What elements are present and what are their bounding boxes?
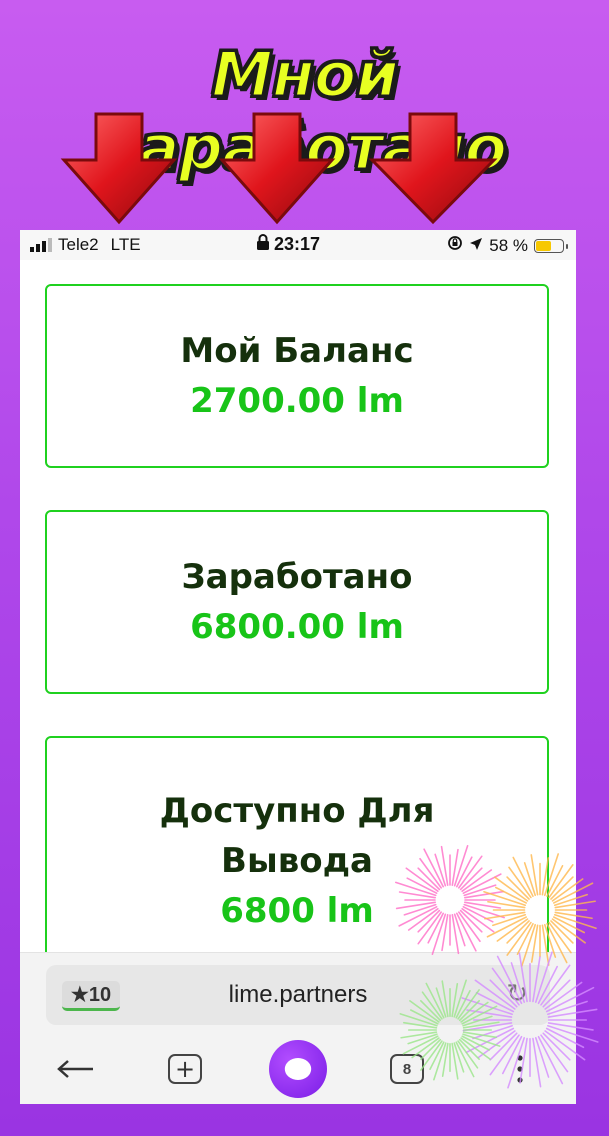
card-title: Доступно Для Вывода <box>159 791 435 881</box>
earned-card: Заработано 6800.00 lm <box>45 510 549 694</box>
arrow-down-icon <box>60 110 178 228</box>
balance-card: Мой Баланс 2700.00 lm <box>45 284 549 468</box>
browser-toolbar: ★10 lime.partners ↻ + 8 <box>20 952 576 1104</box>
tabs-icon: 8 <box>390 1054 424 1084</box>
card-value: 6800.00 lm <box>190 607 404 647</box>
location-icon <box>469 236 483 256</box>
url-text: lime.partners <box>228 981 368 1008</box>
card-value: 2700.00 lm <box>190 381 404 421</box>
rotation-lock-icon <box>447 235 463 256</box>
card-title: Мой Баланс <box>180 331 414 371</box>
tabs-count: 8 <box>402 1060 412 1078</box>
more-menu-button[interactable] <box>500 1041 540 1097</box>
status-bar: Tele2 LTE 23:17 58 % <box>20 230 576 260</box>
new-tab-button[interactable]: + <box>160 1041 210 1097</box>
more-menu-icon <box>517 1055 523 1083</box>
back-arrow-icon <box>57 1060 93 1078</box>
address-bar[interactable]: ★10 lime.partners ↻ <box>46 965 550 1025</box>
alice-button[interactable] <box>266 1040 330 1098</box>
carrier-label: Tele2 <box>58 235 99 254</box>
withdraw-card: Доступно Для Вывода 6800 lm <box>45 736 549 976</box>
battery-percent: 58 % <box>489 235 528 255</box>
card-value: 6800 lm <box>220 891 374 931</box>
back-button[interactable] <box>50 1041 100 1097</box>
lock-icon <box>256 234 270 255</box>
arrow-down-icon <box>368 110 498 228</box>
clock-label: 23:17 <box>274 234 321 254</box>
card-title: Заработано <box>181 557 413 597</box>
signal-icon <box>30 238 52 252</box>
battery-icon <box>534 238 568 253</box>
tabs-button[interactable]: 8 <box>382 1041 432 1097</box>
reload-icon[interactable]: ↻ <box>506 979 528 1009</box>
alice-assistant-icon <box>269 1040 327 1098</box>
network-label: LTE <box>110 235 141 254</box>
arrow-down-icon <box>218 110 336 228</box>
phone-screen: Tele2 LTE 23:17 58 % Мой Баланс 2700.00 … <box>20 230 576 1104</box>
nav-row: + 8 <box>20 1040 576 1098</box>
new-tab-icon: + <box>168 1054 202 1084</box>
